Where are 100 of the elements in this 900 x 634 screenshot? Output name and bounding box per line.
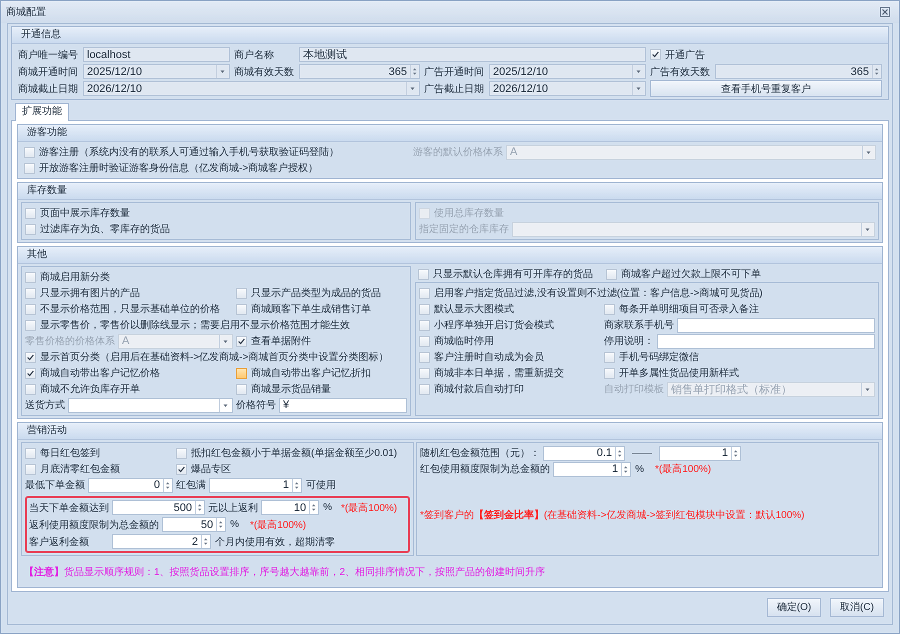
field-label: 送货方式 [25,398,65,412]
field-label: 广告截止日期 [424,82,485,96]
checkbox[interactable]: 抵扣红包金额小于单据金额(单据金额至少0.01) [176,446,398,460]
checkbox[interactable]: 客户注册时自动成为会员 [419,350,544,364]
spin-arrows-icon[interactable] [410,65,419,78]
date-field[interactable]: 2025/12/10 [83,64,230,79]
note-text: *签到客户的【签到金比率】(在基础资料->亿发商城->签到红包模块中设置：默认100%) [420,508,804,522]
checkbox[interactable]: 只显示产品类型为成品的货品 [236,286,381,300]
field-label: 价格符号 [236,398,276,412]
field-label: 元以上返利 [208,502,258,514]
number-field[interactable]: 365 [715,64,882,79]
group-header: 游客功能 [18,125,882,142]
dialog-button[interactable]: 确定(O) [767,598,821,616]
checkbox[interactable]: 开通广告 [650,48,705,62]
number-field[interactable]: 50 [162,517,226,532]
checkbox[interactable]: 只显示拥有图片的产品 [25,286,140,300]
checkbox[interactable]: 不显示价格范围，只显示基础单位的价格 [25,302,220,316]
tab[interactable]: 扩展功能 [15,103,69,121]
checkbox[interactable]: 商城显示货品销量 [236,382,331,396]
field-label: 停用说明： [604,335,654,348]
field-label: 游客的默认价格体系 [413,146,503,159]
spin-arrows-icon[interactable] [731,446,740,460]
field-label: 自动打印模板 [604,382,664,396]
dialog-button[interactable]: 取消(C) [830,598,884,616]
field-label: 红包使用额度限制为总金额的 [420,462,550,476]
checkbox[interactable]: 商城付款后自动打印 [419,382,524,396]
suffix-label: 可使用 [306,479,336,492]
spin-arrows-icon[interactable] [872,65,881,78]
note-text: *(最高100%) [250,518,306,532]
note-text: *(最高100%) [341,502,398,514]
number-field[interactable]: 1 [659,446,741,460]
checkbox[interactable]: 商城自动带出客户记忆折扣 [236,366,371,380]
group-header: 开通信息 [12,27,888,44]
number-field[interactable]: 10 [261,500,320,515]
checkbox[interactable]: 商城非本日单据，需重新提交 [419,366,564,380]
checkbox[interactable]: 过滤库存为负、零库存的货品 [25,222,170,236]
number-field[interactable]: 1 [553,462,632,476]
note-text: 【注意】货品显示顺序规则：1、按照货品设置排序，序号越大越靠前，2、相同排序情况下，按照产品的创建时间升序 [24,565,546,578]
spin-arrows-icon[interactable] [201,535,210,548]
date-field[interactable]: 2025/12/10 [489,64,646,79]
checkbox[interactable]: 页面中展示库存数量 [25,206,130,220]
checkbox[interactable]: 显示零售价，零售价以删除线显示；需要启用不显示价格范围才能生效 [25,318,350,332]
checkbox[interactable]: 开放游客注册时验证游客身份信息（亿发商城->商城客户授权） [24,161,318,175]
checkbox[interactable]: 爆品专区 [176,462,231,476]
checkbox[interactable]: 商城客户超过欠款上限不可下单 [606,267,761,281]
checkbox[interactable]: 商城自动带出客户记忆价格 [25,366,160,380]
text-field[interactable] [657,334,875,348]
action-button[interactable]: 查看手机号重复客户 [650,80,882,97]
field-label: 零售价格的价格体系 [25,334,115,348]
checkbox[interactable]: 商城顾客下单生成销售订单 [236,302,371,316]
checkbox[interactable]: 商城启用新分类 [25,270,110,284]
spin-arrows-icon[interactable] [195,501,204,514]
date-field[interactable]: 2026/12/10 [489,81,646,96]
text-field[interactable] [677,318,875,332]
checkbox[interactable]: 手机号码绑定微信 [604,350,699,364]
checkbox[interactable]: 商城不允许负库存开单 [25,382,140,396]
text-field[interactable]: ¥ [279,398,407,412]
checkbox[interactable]: 只显示默认仓库拥有可开库存的货品 [418,267,593,281]
field-label: 商家联系手机号 [604,318,674,332]
window-title: 商城配置 [6,6,46,19]
spin-arrows-icon[interactable] [292,478,301,492]
dropdown-field[interactable] [68,398,233,412]
group-header: 其他 [18,247,882,264]
text-field[interactable]: localhost [83,47,230,62]
checkbox[interactable]: 查看单据附件 [236,334,311,348]
checkbox[interactable]: 每条开单明细项目可否录入备注 [604,302,759,316]
field-label: 最低下单金额 [25,478,85,492]
field-label: 客户返利金额 [29,536,90,548]
field-label: 商户唯一编号 [18,48,79,62]
number-field[interactable]: 0 [88,478,173,492]
number-field[interactable]: 500 [112,500,205,515]
suffix-label: % [635,464,644,474]
field-label: 随机红包金额范围（元）： [420,446,540,460]
text-field[interactable]: 本地测试 [299,47,646,62]
close-icon[interactable] [880,7,890,17]
spin-arrows-icon[interactable] [615,446,624,460]
note-text: *(最高100%) [655,462,712,476]
number-field[interactable]: 2 [112,534,211,549]
checkbox[interactable]: 月底清零红包金额 [25,462,120,476]
checkbox[interactable]: 商城临时停用 [419,334,494,348]
number-field[interactable]: 365 [299,64,420,79]
date-field[interactable]: 2026/12/10 [83,81,420,96]
field-label: 指定固定的仓库库存 [419,222,509,236]
number-field[interactable]: 0.1 [543,446,625,460]
checkbox[interactable]: 显示首页分类（启用后在基础资料->亿发商城->商城首页分类中设置分类图标） [25,350,388,364]
checkbox[interactable]: 默认显示大图模式 [419,302,514,316]
checkbox[interactable]: 游客注册（系统内没有的联系人可通过输入手机号获取验证码登陆） [24,145,339,159]
suffix-label: 个月内使用有效，超期清零 [215,536,335,548]
checkbox[interactable]: 小程序单独开启订货会模式 [419,318,554,332]
checkbox[interactable]: 开单多属性货品使用新样式 [604,366,739,380]
number-field[interactable]: 1 [209,478,302,492]
checkbox[interactable]: 启用客户指定货品过滤,没有设置则不过滤(位置：客户信息->商城可见货品) [419,286,763,300]
field-label: 当天下单金额达到 [29,502,109,514]
group-header: 营销活动 [18,423,882,440]
suffix-label: % [230,519,239,530]
checkbox[interactable]: 每日红包签到 [25,446,100,460]
field-label: 商城有效天数 [234,66,295,78]
spin-arrows-icon[interactable] [163,478,172,492]
field-label: 返利使用额度限制为总金额的 [29,518,159,532]
field-label: 商户名称 [234,48,275,62]
